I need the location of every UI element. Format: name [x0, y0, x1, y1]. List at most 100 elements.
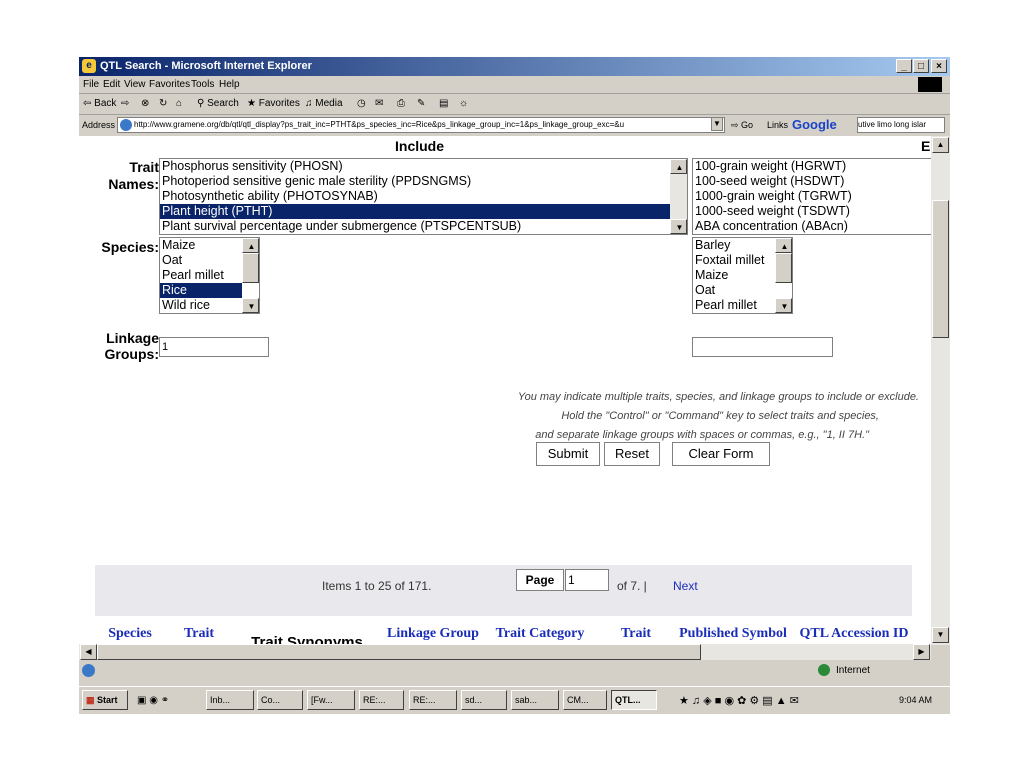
- list-item[interactable]: 100-seed weight (HSDWT): [693, 174, 931, 189]
- col-species-name[interactable]: Species Name: [95, 624, 165, 644]
- trait-exclude-list[interactable]: 100-grain weight (HGRWT) 100-seed weight…: [692, 158, 931, 235]
- scroll-down-icon[interactable]: ▼: [242, 298, 259, 313]
- col-qtl-accession[interactable]: QTL Accession ID: [793, 624, 915, 643]
- minimize-button[interactable]: _: [896, 59, 912, 73]
- menu-file[interactable]: File: [83, 79, 99, 90]
- list-item[interactable]: Oat: [693, 283, 792, 298]
- print-icon[interactable]: ⎙: [397, 98, 405, 109]
- home-icon[interactable]: ⌂: [176, 98, 182, 109]
- maximize-button[interactable]: □: [913, 59, 929, 73]
- task-button[interactable]: RE:...: [359, 690, 404, 710]
- menu-edit[interactable]: Edit: [103, 79, 120, 90]
- scroll-up-icon[interactable]: ▲: [670, 159, 687, 174]
- refresh-icon[interactable]: ↻: [159, 98, 167, 109]
- scroll-up-icon[interactable]: ▲: [932, 137, 949, 153]
- forward-button[interactable]: ⇨: [121, 98, 129, 109]
- clock: 9:04 AM: [899, 695, 933, 705]
- mail-icon[interactable]: ✉: [375, 98, 383, 109]
- page-vertical-scrollbar[interactable]: ▲ ▼: [931, 136, 950, 645]
- reset-button[interactable]: Reset: [604, 442, 660, 466]
- title-bar[interactable]: e QTL Search - Microsoft Internet Explor…: [79, 57, 950, 76]
- task-button[interactable]: sab...: [511, 690, 559, 710]
- ie-logo-icon: e: [82, 59, 96, 73]
- search-label: Search: [207, 98, 239, 109]
- list-item-selected[interactable]: Plant height (PTHT): [160, 204, 687, 219]
- task-button[interactable]: [Fw...: [307, 690, 355, 710]
- scroll-down-icon[interactable]: ▼: [670, 219, 687, 234]
- list-item[interactable]: Phosphorus sensitivity (PHOSN): [160, 159, 687, 174]
- list-item[interactable]: Plant survival percentage under submerge…: [160, 219, 687, 234]
- task-button-active[interactable]: QTL...: [611, 690, 657, 710]
- scroll-right-icon[interactable]: ▶: [913, 644, 930, 660]
- linkage-label-1: Linkage: [106, 330, 159, 346]
- links-button[interactable]: Links: [767, 120, 788, 130]
- page-horizontal-scrollbar[interactable]: ◀ ▶: [79, 644, 931, 660]
- scroll-thumb[interactable]: [97, 644, 701, 660]
- species-exclude-list[interactable]: Barley Foxtail millet Maize Oat Pearl mi…: [692, 237, 793, 314]
- list-item[interactable]: 100-grain weight (HGRWT): [693, 159, 931, 174]
- stop-icon[interactable]: ⊗: [141, 98, 149, 109]
- address-input[interactable]: http://www.gramene.org/db/qtl/qtl_displa…: [117, 117, 725, 133]
- close-button[interactable]: ×: [931, 59, 947, 73]
- history-icon[interactable]: ◷: [357, 98, 366, 109]
- go-button[interactable]: ⇨ Go: [731, 120, 753, 131]
- scroll-up-icon[interactable]: ▲: [775, 238, 792, 253]
- col-trait-name[interactable]: Trait Name: [169, 624, 229, 644]
- scroll-up-icon[interactable]: ▲: [242, 238, 259, 253]
- next-link[interactable]: Next: [673, 579, 698, 593]
- clear-form-button[interactable]: Clear Form: [672, 442, 770, 466]
- scroll-down-icon[interactable]: ▼: [932, 627, 949, 643]
- trait-include-list[interactable]: Phosphorus sensitivity (PHOSN) Photoperi…: [159, 158, 688, 235]
- linkage-exclude-input[interactable]: [692, 337, 833, 357]
- page-icon: [120, 118, 132, 131]
- task-button[interactable]: Inb...: [206, 690, 254, 710]
- task-button[interactable]: Co...: [257, 690, 303, 710]
- search-button[interactable]: ⚲ Search: [197, 98, 239, 109]
- col-linkage-group[interactable]: Linkage Group: [385, 624, 481, 643]
- messenger-icon[interactable]: ☼: [459, 98, 468, 109]
- address-dropdown-icon[interactable]: ▼: [711, 117, 723, 131]
- media-button[interactable]: ♫ Media: [305, 98, 343, 109]
- back-button[interactable]: ⇦ Back: [83, 98, 116, 109]
- task-button[interactable]: CM...: [563, 690, 607, 710]
- submit-button[interactable]: Submit: [536, 442, 600, 466]
- task-button[interactable]: sd...: [461, 690, 507, 710]
- list-item[interactable]: Photosynthetic ability (PHOTOSYNAB): [160, 189, 687, 204]
- menu-view[interactable]: View: [124, 79, 146, 90]
- page-status-icon: [82, 664, 95, 677]
- page-total: of 7. |: [617, 579, 647, 593]
- quicklaunch-icons[interactable]: ▣ ◉ ⚭: [137, 695, 169, 706]
- zone-text: Internet: [836, 665, 870, 676]
- list-item[interactable]: 1000-grain weight (TGRWT): [693, 189, 931, 204]
- scroll-thumb[interactable]: [775, 253, 792, 283]
- menu-favorites[interactable]: Favorites: [149, 79, 190, 90]
- species-include-list[interactable]: Maize Oat Pearl millet Rice Wild rice ▲ …: [159, 237, 260, 314]
- col-trait-category[interactable]: Trait Category: [485, 624, 595, 643]
- scroll-left-icon[interactable]: ◀: [80, 644, 97, 660]
- include-heading: Include: [395, 138, 445, 154]
- list-item[interactable]: 1000-seed weight (TSDWT): [693, 204, 931, 219]
- col-trait-symbol[interactable]: Trait Symbol: [599, 624, 673, 644]
- scroll-down-icon[interactable]: ▼: [775, 298, 792, 313]
- menu-help[interactable]: Help: [219, 79, 240, 90]
- start-button[interactable]: ▦ Start: [82, 690, 128, 710]
- menu-tools[interactable]: Tools: [191, 79, 214, 90]
- list-item-selected[interactable]: Rice: [160, 283, 242, 298]
- task-button[interactable]: RE:...: [409, 690, 457, 710]
- google-search-input[interactable]: utive limo long islar: [857, 117, 945, 133]
- linkage-include-input[interactable]: 1: [159, 337, 269, 357]
- page-button[interactable]: Page: [516, 569, 564, 591]
- favorites-button[interactable]: ★ Favorites: [247, 98, 300, 109]
- col-published-symbol[interactable]: Published Symbol: [677, 624, 789, 643]
- edit-icon[interactable]: ✎: [417, 98, 425, 109]
- scroll-thumb[interactable]: [242, 253, 259, 283]
- list-item[interactable]: ABA concentration (ABAcn): [693, 219, 931, 234]
- list-item[interactable]: Photoperiod sensitive genic male sterili…: [160, 174, 687, 189]
- address-bar: Address http://www.gramene.org/db/qtl/qt…: [79, 115, 950, 135]
- scroll-track[interactable]: [670, 174, 687, 219]
- google-logo: Google: [792, 117, 837, 132]
- scroll-thumb[interactable]: [932, 200, 949, 338]
- discuss-icon[interactable]: ▤: [439, 98, 448, 109]
- systray-icons[interactable]: ★ ♫ ◈ ■ ◉ ✿ ⚙ ▤ ▲ ✉: [679, 694, 799, 707]
- page-input[interactable]: 1: [565, 569, 609, 591]
